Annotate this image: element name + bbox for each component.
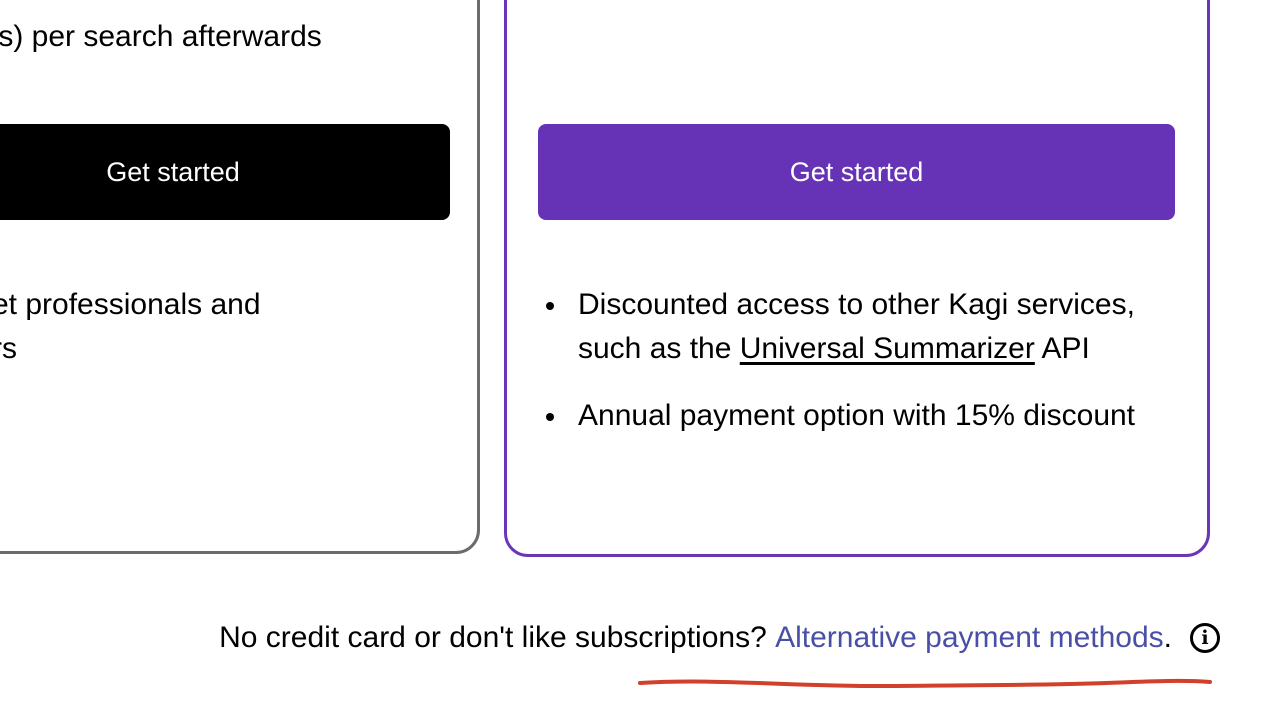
alternative-payment-methods-link[interactable]: Alternative payment methods: [775, 621, 1164, 655]
feature-text-annual: Annual payment option with 15% discount: [578, 399, 1136, 432]
bullet-icon: [546, 413, 554, 421]
left-plan-feature-line-1: et professionals and: [0, 288, 261, 321]
left-plan-pricing-text: ts) per search afterwards: [0, 20, 322, 53]
feature-text-after: API: [1034, 332, 1090, 365]
left-plan-get-started-button[interactable]: Get started: [0, 124, 450, 220]
payment-footer: No credit card or don't like subscriptio…: [0, 621, 1220, 655]
right-plan-get-started-button[interactable]: Get started: [538, 124, 1175, 220]
info-circle-icon[interactable]: i: [1190, 623, 1220, 653]
left-plan-feature-line-2: rs: [0, 332, 17, 365]
footer-prompt-text: No credit card or don't like subscriptio…: [219, 621, 776, 654]
right-plan-feature-list: Discounted access to other Kagi services…: [538, 283, 1198, 461]
plan-card-left: [0, 0, 480, 554]
feature-item-discounted-access: Discounted access to other Kagi services…: [538, 283, 1198, 371]
annotation-underline-stroke: [638, 678, 1212, 689]
bullet-icon: [546, 302, 554, 310]
pricing-page: ts) per search afterwards Get started et…: [0, 0, 1284, 720]
feature-item-annual-payment: Annual payment option with 15% discount: [538, 394, 1198, 438]
universal-summarizer-link[interactable]: Universal Summarizer: [740, 332, 1035, 365]
plan-card-right: [504, 0, 1210, 557]
footer-period: .: [1163, 621, 1172, 654]
